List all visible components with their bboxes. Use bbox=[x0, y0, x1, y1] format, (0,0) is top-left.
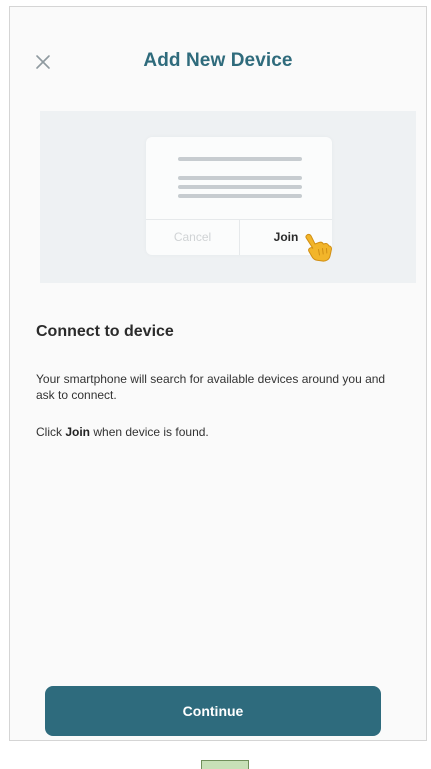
hint-suffix: when device is found. bbox=[90, 425, 209, 439]
placeholder-line bbox=[178, 157, 302, 161]
placeholder-line bbox=[178, 185, 302, 189]
bottom-marker bbox=[201, 760, 249, 769]
placeholder-line bbox=[178, 176, 302, 180]
header: Add New Device bbox=[10, 7, 426, 111]
join-hint-text: Click Join when device is found. bbox=[36, 425, 209, 439]
hint-prefix: Click bbox=[36, 425, 66, 439]
illustration-cancel-label: Cancel bbox=[173, 230, 212, 244]
placeholder-line bbox=[178, 194, 302, 198]
app-screen: Add New Device Cancel Join Connect to de… bbox=[9, 6, 427, 741]
continue-button[interactable]: Continue bbox=[45, 686, 381, 736]
section-title: Connect to device bbox=[36, 323, 174, 340]
hint-join-emphasis: Join bbox=[65, 425, 91, 439]
connect-illustration: Cancel Join bbox=[40, 111, 416, 283]
hand-pointer-icon bbox=[305, 233, 332, 262]
description-text: Your smartphone will search for availabl… bbox=[36, 372, 386, 402]
page-title: Add New Device bbox=[143, 50, 293, 71]
